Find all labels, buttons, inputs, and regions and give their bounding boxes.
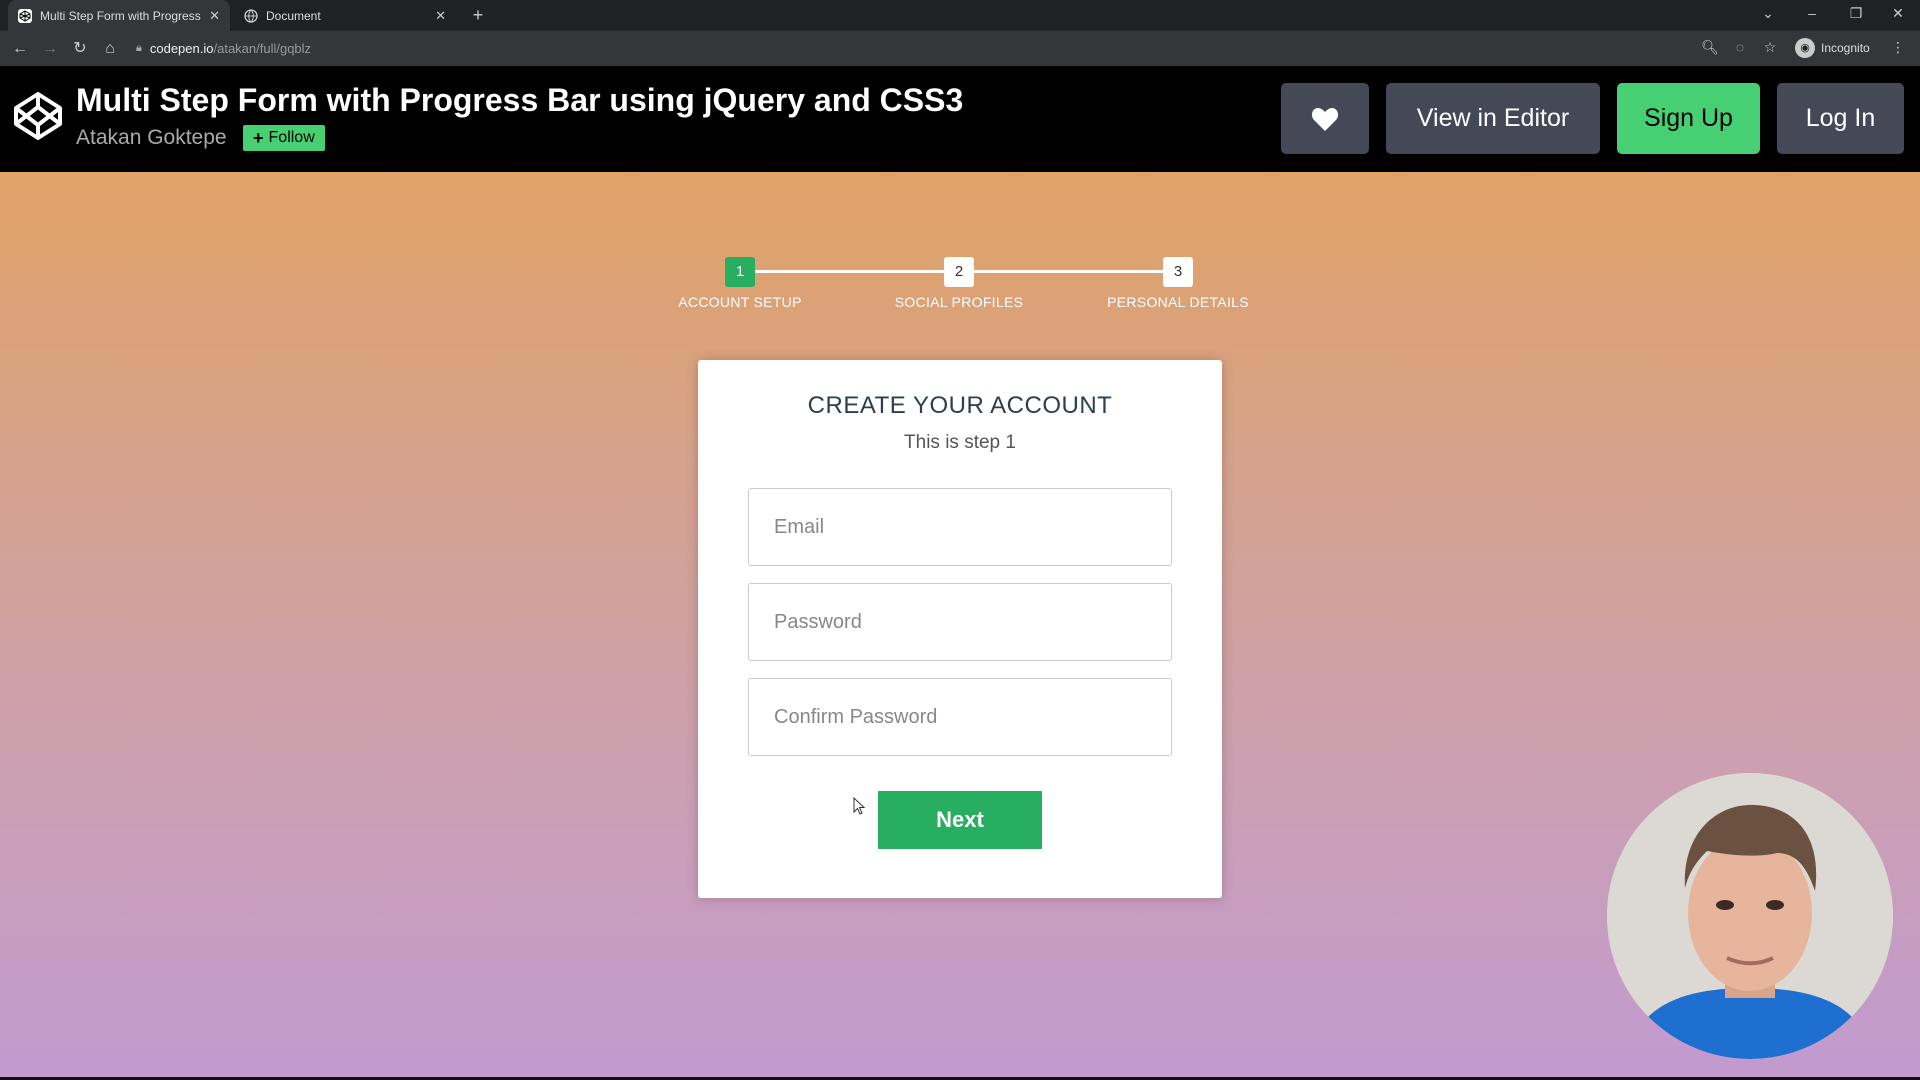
view-in-editor-button[interactable]: View in Editor <box>1386 83 1600 154</box>
log-in-button[interactable]: Log In <box>1777 83 1904 154</box>
url-input[interactable]: 🔒︎ codepen.io/atakan/full/gqblz <box>136 36 1716 61</box>
tab-title: Multi Step Form with Progress B <box>40 8 202 23</box>
tab-close-icon[interactable]: ✕ <box>209 8 220 24</box>
browser-tab-bar: Multi Step Form with Progress B ✕ Docume… <box>0 0 1920 31</box>
pen-title: Multi Step Form with Progress Bar using … <box>76 82 964 118</box>
profile-button[interactable]: ◉ Incognito <box>1795 38 1870 58</box>
sign-up-button[interactable]: Sign Up <box>1617 83 1760 154</box>
close-window-icon[interactable]: ✕ <box>1888 5 1908 22</box>
url-host: codepen.io <box>149 41 214 56</box>
browser-tab[interactable]: Document ✕ <box>234 0 456 31</box>
step-2-label: SOCIAL PROFILES <box>894 294 1024 310</box>
codepen-logo-icon[interactable] <box>12 90 64 142</box>
globe-icon <box>244 8 258 23</box>
tab-title: Document <box>266 8 321 23</box>
next-button[interactable]: Next <box>878 791 1042 849</box>
menu-kebab-icon[interactable]: ⋮ <box>1888 39 1908 56</box>
plus-icon: + <box>253 127 264 148</box>
webcam-overlay <box>1607 773 1893 1059</box>
form-title: CREATE YOUR ACCOUNT <box>807 392 1113 419</box>
heart-button[interactable] <box>1281 83 1369 154</box>
forward-icon[interactable]: → <box>40 39 60 59</box>
step-1-indicator: 1 <box>725 257 755 287</box>
restore-icon[interactable]: ❐ <box>1846 5 1866 22</box>
progress-bar: 1 2 3 ACCOUNT SETUP SOCIAL PROFILES PERS… <box>660 252 1260 322</box>
back-icon[interactable]: ← <box>10 39 30 59</box>
follow-button[interactable]: + Follow <box>243 125 325 151</box>
step-2-indicator: 2 <box>944 257 974 287</box>
email-field[interactable] <box>748 488 1172 566</box>
incognito-icon: ◉ <box>1795 38 1815 58</box>
codepen-favicon-icon <box>18 8 32 23</box>
browser-tab-active[interactable]: Multi Step Form with Progress B ✕ <box>8 0 230 31</box>
pen-preview: 1 2 3 ACCOUNT SETUP SOCIAL PROFILES PERS… <box>0 172 1920 1080</box>
new-tab-icon[interactable]: + <box>468 5 488 25</box>
reload-icon[interactable]: ↻ <box>70 39 90 59</box>
profile-label: Incognito <box>1821 41 1870 55</box>
heart-icon <box>1311 107 1339 131</box>
step-1-label: ACCOUNT SETUP <box>678 294 802 310</box>
home-icon[interactable]: ⌂ <box>100 39 120 59</box>
eye-off-icon[interactable]: ◌ <box>1730 39 1750 55</box>
author-name[interactable]: Atakan Goktepe <box>76 126 227 150</box>
minimize-icon[interactable]: – <box>1802 5 1822 21</box>
follow-label: Follow <box>268 129 315 146</box>
tab-close-icon[interactable]: ✕ <box>435 8 446 24</box>
tab-search-chevron-icon[interactable]: ⌄ <box>1758 5 1778 22</box>
step-3-indicator: 3 <box>1163 257 1193 287</box>
zoom-icon[interactable]: 🔍︎ <box>1700 39 1720 56</box>
mouse-cursor-icon <box>853 797 866 815</box>
step-3-label: PERSONAL DETAILS <box>1107 294 1249 310</box>
signup-form-card: CREATE YOUR ACCOUNT This is step 1 Next <box>698 360 1222 898</box>
password-field[interactable] <box>748 583 1172 661</box>
confirm-password-field[interactable] <box>748 678 1172 756</box>
presenter-video-image <box>1607 773 1893 1059</box>
codepen-header: Multi Step Form with Progress Bar using … <box>0 66 1920 172</box>
form-subtitle: This is step 1 <box>904 432 1016 453</box>
star-icon[interactable]: ☆ <box>1760 39 1780 56</box>
url-path: /atakan/full/gqblz <box>213 41 312 56</box>
lock-icon: 🔒︎ <box>136 42 142 54</box>
browser-address-bar: ← → ↻ ⌂ 🔒︎ codepen.io/atakan/full/gqblz … <box>0 31 1920 66</box>
